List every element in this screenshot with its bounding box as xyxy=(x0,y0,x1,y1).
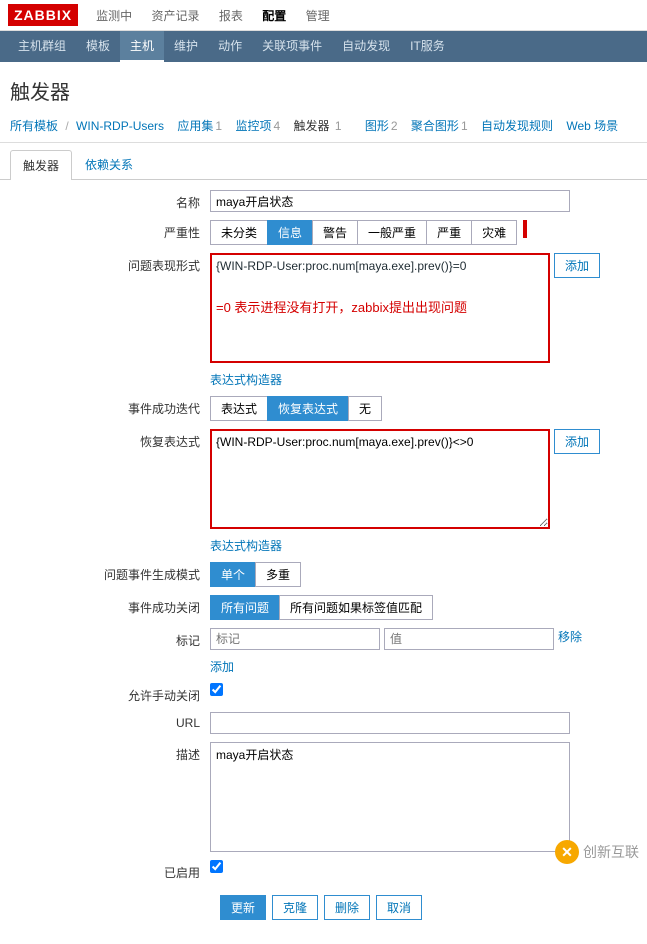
bc-apps[interactable]: 应用集 xyxy=(177,119,213,133)
page-title: 触发器 xyxy=(0,62,647,113)
expression-input[interactable]: {WIN-RDP-User:proc.num[maya.exe].prev()}… xyxy=(210,253,550,363)
okclose-all[interactable]: 所有问题 xyxy=(210,595,280,620)
expression-label: 问题表现形式 xyxy=(10,253,210,274)
event-ok-gen-label: 事件成功迭代 xyxy=(10,396,210,417)
event-ok-gen-group: 表达式 恢复表达式 无 xyxy=(210,396,382,421)
name-input[interactable] xyxy=(210,190,570,212)
topnav-configuration[interactable]: 配置 xyxy=(254,5,294,27)
sev-average[interactable]: 一般严重 xyxy=(357,220,427,245)
subnav-hostgroups[interactable]: 主机群组 xyxy=(8,31,76,62)
recovery-label: 恢复表达式 xyxy=(10,429,210,450)
bc-triggers: 触发器 1 xyxy=(293,119,351,133)
enabled-checkbox[interactable] xyxy=(210,860,223,873)
bc-graphs[interactable]: 图形 xyxy=(365,119,389,133)
tags-label: 标记 xyxy=(10,628,210,649)
subnav-actions[interactable]: 动作 xyxy=(208,31,252,62)
ok-close-label: 事件成功关闭 xyxy=(10,595,210,616)
manual-close-checkbox[interactable] xyxy=(210,683,223,696)
footer-buttons: 更新 克隆 删除 取消 xyxy=(220,889,637,934)
tag-add-link[interactable]: 添加 xyxy=(210,658,234,675)
watermark-icon: ✕ xyxy=(555,840,579,864)
bc-discovery-rules[interactable]: 自动发现规则 xyxy=(481,119,553,133)
okgen-expression[interactable]: 表达式 xyxy=(210,396,268,421)
pmode-multiple[interactable]: 多重 xyxy=(255,562,301,587)
expression-add-button[interactable]: 添加 xyxy=(554,253,600,278)
clone-button[interactable]: 克隆 xyxy=(272,895,318,920)
topbar: ZABBIX 监测中 资产记录 报表 配置 管理 xyxy=(0,0,647,31)
description-label: 描述 xyxy=(10,742,210,763)
pmode-single[interactable]: 单个 xyxy=(210,562,256,587)
sev-info[interactable]: 信息 xyxy=(267,220,313,245)
okgen-none[interactable]: 无 xyxy=(348,396,382,421)
problem-mode-group: 单个 多重 xyxy=(210,562,301,587)
sev-disaster[interactable]: 灾难 xyxy=(471,220,517,245)
tabs: 触发器 依赖关系 xyxy=(0,149,647,180)
cancel-button[interactable]: 取消 xyxy=(376,895,422,920)
recovery-builder-link[interactable]: 表达式构造器 xyxy=(210,537,282,554)
ok-close-group: 所有问题 所有问题如果标签值匹配 xyxy=(210,595,433,620)
subnav: 主机群组 模板 主机 维护 动作 关联项事件 自动发现 IT服务 xyxy=(0,31,647,62)
logo: ZABBIX xyxy=(8,4,78,26)
problem-mode-label: 问题事件生成模式 xyxy=(10,562,210,583)
topnav-reports[interactable]: 报表 xyxy=(211,5,251,27)
topnav-admin[interactable]: 管理 xyxy=(298,5,338,27)
bc-screens[interactable]: 聚合图形 xyxy=(411,119,459,133)
subnav-templates[interactable]: 模板 xyxy=(76,31,120,62)
recovery-add-button[interactable]: 添加 xyxy=(554,429,600,454)
sev-notclassified[interactable]: 未分类 xyxy=(210,220,268,245)
okgen-recovery[interactable]: 恢复表达式 xyxy=(267,396,349,421)
recovery-input[interactable]: {WIN-RDP-User:proc.num[maya.exe].prev()}… xyxy=(210,429,550,529)
bc-web[interactable]: Web 场景 xyxy=(566,119,618,133)
url-input[interactable] xyxy=(210,712,570,734)
tab-dependencies[interactable]: 依赖关系 xyxy=(72,149,146,179)
bc-all-templates[interactable]: 所有模板 xyxy=(10,119,58,133)
bc-items[interactable]: 监控项 xyxy=(235,119,271,133)
topnav-monitoring[interactable]: 监测中 xyxy=(88,5,140,27)
severity-color-bar xyxy=(523,220,527,238)
topnav-inventory[interactable]: 资产记录 xyxy=(143,5,207,27)
topnav: 监测中 资产记录 报表 配置 管理 xyxy=(88,7,337,24)
watermark: ✕ 创新互联 xyxy=(555,840,639,864)
okclose-tagmatch[interactable]: 所有问题如果标签值匹配 xyxy=(279,595,433,620)
subnav-itservices[interactable]: IT服务 xyxy=(400,31,455,62)
form: 名称 严重性 未分类 信息 警告 一般严重 严重 灾难 问题表现形式 {WIN-… xyxy=(0,180,647,944)
url-label: URL xyxy=(10,712,210,730)
severity-group: 未分类 信息 警告 一般严重 严重 灾难 xyxy=(210,220,517,245)
sev-high[interactable]: 严重 xyxy=(426,220,472,245)
tab-trigger[interactable]: 触发器 xyxy=(10,150,72,180)
name-label: 名称 xyxy=(10,190,210,211)
expression-builder-link[interactable]: 表达式构造器 xyxy=(210,371,282,388)
tag-value-input[interactable] xyxy=(384,628,554,650)
subnav-maintenance[interactable]: 维护 xyxy=(164,31,208,62)
subnav-hosts[interactable]: 主机 xyxy=(120,31,164,62)
sev-warning[interactable]: 警告 xyxy=(312,220,358,245)
enabled-label: 已启用 xyxy=(10,860,210,881)
update-button[interactable]: 更新 xyxy=(220,895,266,920)
manual-close-label: 允许手动关闭 xyxy=(10,683,210,704)
bc-host[interactable]: WIN-RDP-Users xyxy=(76,119,164,133)
tag-remove-link[interactable]: 移除 xyxy=(558,628,582,645)
expression-note: =0 表示进程没有打开，zabbix提出出现问题 xyxy=(216,297,544,316)
breadcrumb: 所有模板 / WIN-RDP-Users 应用集1 监控项4 触发器 1 图形2… xyxy=(0,113,647,143)
description-input[interactable]: maya开启状态 xyxy=(210,742,570,852)
subnav-discovery[interactable]: 自动发现 xyxy=(332,31,400,62)
subnav-correlation[interactable]: 关联项事件 xyxy=(252,31,332,62)
severity-label: 严重性 xyxy=(10,220,210,241)
delete-button[interactable]: 删除 xyxy=(324,895,370,920)
tag-name-input[interactable] xyxy=(210,628,380,650)
